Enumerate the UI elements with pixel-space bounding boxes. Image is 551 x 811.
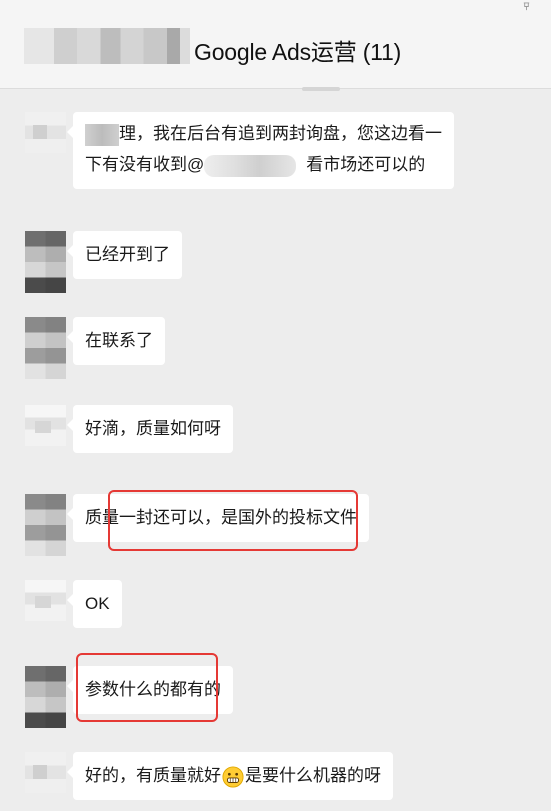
- grinning-face-emoji-icon: [222, 765, 244, 788]
- redacted-name: [85, 123, 119, 146]
- chat-header: Google Ads运营 (11): [0, 0, 551, 89]
- message-bubble[interactable]: 已经开到了: [67, 231, 182, 279]
- red-highlight-box: [76, 653, 218, 722]
- avatar[interactable]: [25, 317, 66, 379]
- redacted-mention: [204, 154, 297, 177]
- message-bubble[interactable]: 理，我在后台有追到两封询盘，您这边看一 下有没有收到@ 看市场还可以的: [67, 112, 454, 189]
- message-bubble[interactable]: 好滴，质量如何呀: [67, 405, 233, 453]
- avatar[interactable]: [25, 580, 66, 621]
- scroll-indicator[interactable]: [302, 87, 340, 91]
- message-line: 理，我在后台有追到两封询盘，您这边看一: [85, 120, 442, 148]
- message-bubble[interactable]: 在联系了: [67, 317, 165, 365]
- redacted-title-prefix: [24, 28, 190, 64]
- pin-icon[interactable]: [522, 2, 531, 11]
- message-bubble[interactable]: OK: [67, 580, 122, 628]
- avatar[interactable]: [25, 112, 66, 153]
- message-bubble[interactable]: 好的，有质量就好 是要什么机器的呀: [67, 752, 393, 800]
- avatar[interactable]: [25, 231, 66, 293]
- red-highlight-box: [108, 490, 358, 551]
- group-title: Google Ads运营 (11): [194, 39, 402, 65]
- message-line: 下有没有收到@ 看市场还可以的: [85, 151, 442, 179]
- avatar[interactable]: [25, 752, 66, 793]
- avatar[interactable]: [25, 405, 66, 446]
- avatar[interactable]: [25, 666, 66, 728]
- avatar[interactable]: [25, 494, 66, 556]
